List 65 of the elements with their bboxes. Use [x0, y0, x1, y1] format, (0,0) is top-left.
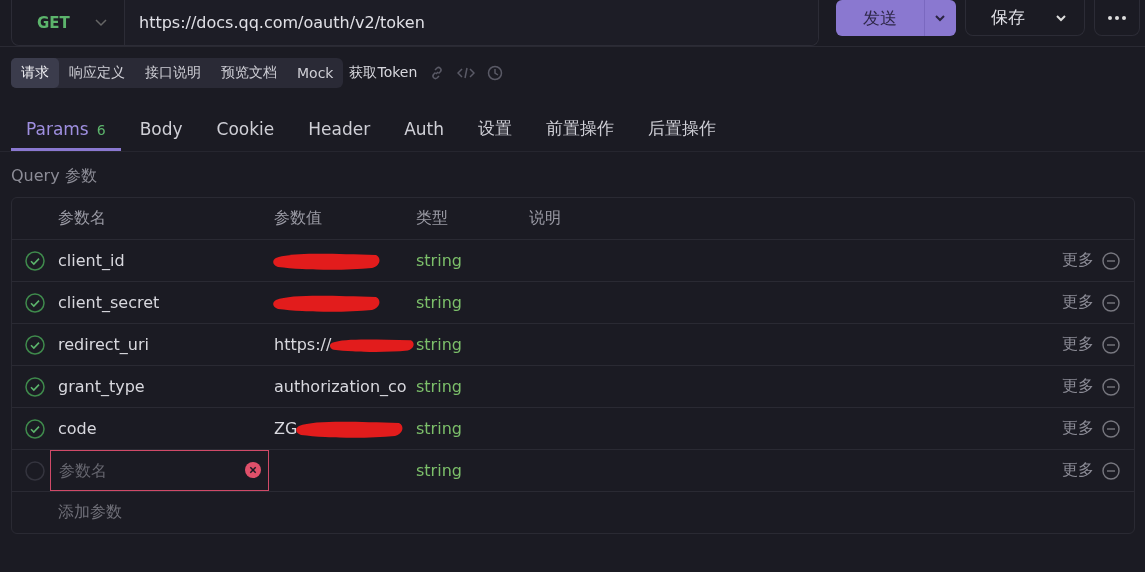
endpoint-name: 获取Token — [349, 64, 418, 82]
send-button[interactable]: 发送 — [835, 0, 924, 36]
param-value: https:// — [274, 335, 332, 354]
param-name: client_secret — [58, 293, 160, 312]
tab[interactable]: Body — [124, 105, 198, 151]
column-header: 类型 — [416, 208, 448, 227]
param-type: string — [416, 377, 462, 396]
view-tab[interactable]: Mock — [287, 58, 344, 88]
chevron-down-icon — [94, 17, 108, 28]
check-circle-icon[interactable] — [25, 334, 45, 355]
more-link[interactable]: 更多 — [1062, 376, 1094, 397]
param-name: grant_type — [58, 377, 145, 396]
param-value: authorization_co — [274, 377, 407, 396]
tab[interactable]: Header — [293, 105, 386, 151]
remove-icon[interactable] — [1102, 461, 1120, 480]
chevron-down-icon — [1055, 13, 1068, 22]
check-circle-icon[interactable] — [25, 292, 45, 313]
tab[interactable]: 后置操作 — [633, 105, 732, 151]
tab[interactable]: Auth — [389, 105, 460, 151]
more-link[interactable]: 更多 — [1062, 334, 1094, 355]
tab[interactable]: 前置操作 — [531, 105, 630, 151]
param-value: ZG — [274, 419, 298, 438]
ellipsis-icon — [1108, 15, 1127, 20]
param-name: redirect_uri — [58, 335, 149, 354]
more-options-button[interactable] — [1094, 0, 1140, 36]
tab[interactable]: Params 6 — [11, 105, 121, 151]
more-link[interactable]: 更多 — [1062, 418, 1094, 439]
chevron-down-icon — [934, 14, 947, 22]
url-bar[interactable]: GET https://docs.qq.com/oauth/v2/token — [11, 0, 819, 46]
param-count: 6 — [96, 121, 106, 138]
tab[interactable]: 设置 — [463, 105, 528, 151]
param-type: string — [416, 461, 462, 480]
send-dropdown-button[interactable] — [923, 0, 956, 36]
add-param-button[interactable]: 添加参数 — [58, 502, 122, 523]
clear-icon[interactable] — [245, 462, 261, 478]
param-name: client_id — [58, 251, 125, 270]
param-type: string — [416, 251, 462, 270]
tab[interactable]: Cookie — [201, 105, 290, 151]
more-link[interactable]: 更多 — [1062, 292, 1094, 313]
remove-icon[interactable] — [1102, 251, 1120, 270]
remove-icon[interactable] — [1102, 293, 1120, 312]
param-name: code — [58, 419, 97, 438]
param-type: string — [416, 419, 462, 438]
check-circle-icon[interactable] — [25, 376, 45, 397]
view-tab[interactable]: 请求 — [11, 58, 59, 88]
param-type: string — [416, 293, 462, 312]
remove-icon[interactable] — [1102, 377, 1120, 396]
column-header: 参数名 — [58, 208, 106, 227]
more-link[interactable]: 更多 — [1062, 250, 1094, 271]
param-type: string — [416, 335, 462, 354]
param-name-field[interactable]: 参数名 — [50, 450, 269, 491]
remove-icon[interactable] — [1102, 335, 1120, 354]
view-tab[interactable]: 响应定义 — [59, 58, 135, 88]
clock-icon[interactable] — [487, 65, 504, 81]
column-header: 参数值 — [274, 208, 322, 229]
remove-icon[interactable] — [1102, 419, 1120, 438]
code-icon[interactable] — [457, 66, 476, 80]
check-circle-icon[interactable] — [25, 418, 45, 439]
column-header: 说明 — [529, 208, 561, 227]
view-tab[interactable]: 预览文档 — [211, 58, 287, 88]
check-circle-icon[interactable] — [25, 250, 45, 271]
more-link[interactable]: 更多 — [1062, 460, 1094, 481]
save-button[interactable]: 保存 — [964, 0, 1086, 36]
section-title: Query 参数 — [10, 165, 98, 187]
view-tab[interactable]: 接口说明 — [135, 58, 211, 88]
